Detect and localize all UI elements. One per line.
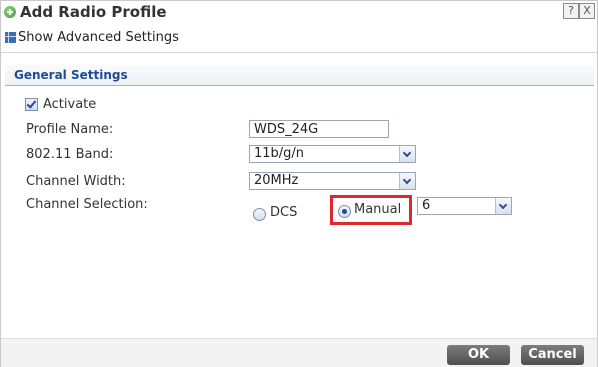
table-icon xyxy=(5,32,16,43)
show-advanced-settings-label: Show Advanced Settings xyxy=(18,30,179,45)
toolbar-divider xyxy=(1,52,597,53)
help-button[interactable]: ? xyxy=(563,3,579,19)
channel-select[interactable]: 6 xyxy=(417,197,512,215)
activate-checkbox[interactable] xyxy=(25,98,38,111)
section-title: General Settings xyxy=(14,68,128,82)
channel-width-label: Channel Width: xyxy=(26,174,126,189)
channel-selection-label: Channel Selection: xyxy=(26,197,148,212)
channel-select-value: 6 xyxy=(422,198,431,213)
channel-width-select-value: 20MHz xyxy=(254,173,299,188)
profile-name-label: Profile Name: xyxy=(26,122,114,137)
activate-label: Activate xyxy=(43,97,97,112)
chevron-down-icon[interactable] xyxy=(399,173,415,189)
dialog-title: Add Radio Profile xyxy=(20,3,167,21)
ok-button[interactable]: OK xyxy=(447,345,510,365)
channel-width-select[interactable]: 20MHz xyxy=(249,172,416,190)
add-radio-profile-dialog: Add Radio Profile ? X Show Advanced Sett… xyxy=(0,0,598,367)
manual-radio[interactable] xyxy=(338,205,351,218)
title-bar: Add Radio Profile ? X xyxy=(1,1,597,25)
add-circle-icon xyxy=(4,6,16,18)
chevron-down-icon[interactable] xyxy=(495,198,511,214)
cancel-button[interactable]: Cancel xyxy=(521,345,584,365)
dcs-radio[interactable] xyxy=(253,208,266,221)
general-settings-header: General Settings xyxy=(5,65,594,86)
close-button[interactable]: X xyxy=(579,3,595,19)
band-select-value: 11b/g/n xyxy=(254,146,305,161)
dcs-radio-label: DCS xyxy=(270,205,298,220)
band-label: 802.11 Band: xyxy=(26,147,114,162)
band-select[interactable]: 11b/g/n xyxy=(249,145,416,163)
profile-name-input[interactable]: WDS_24G xyxy=(249,120,389,138)
chevron-down-icon[interactable] xyxy=(399,146,415,162)
manual-radio-label: Manual xyxy=(354,202,402,217)
dialog-footer: OK Cancel xyxy=(1,338,597,367)
